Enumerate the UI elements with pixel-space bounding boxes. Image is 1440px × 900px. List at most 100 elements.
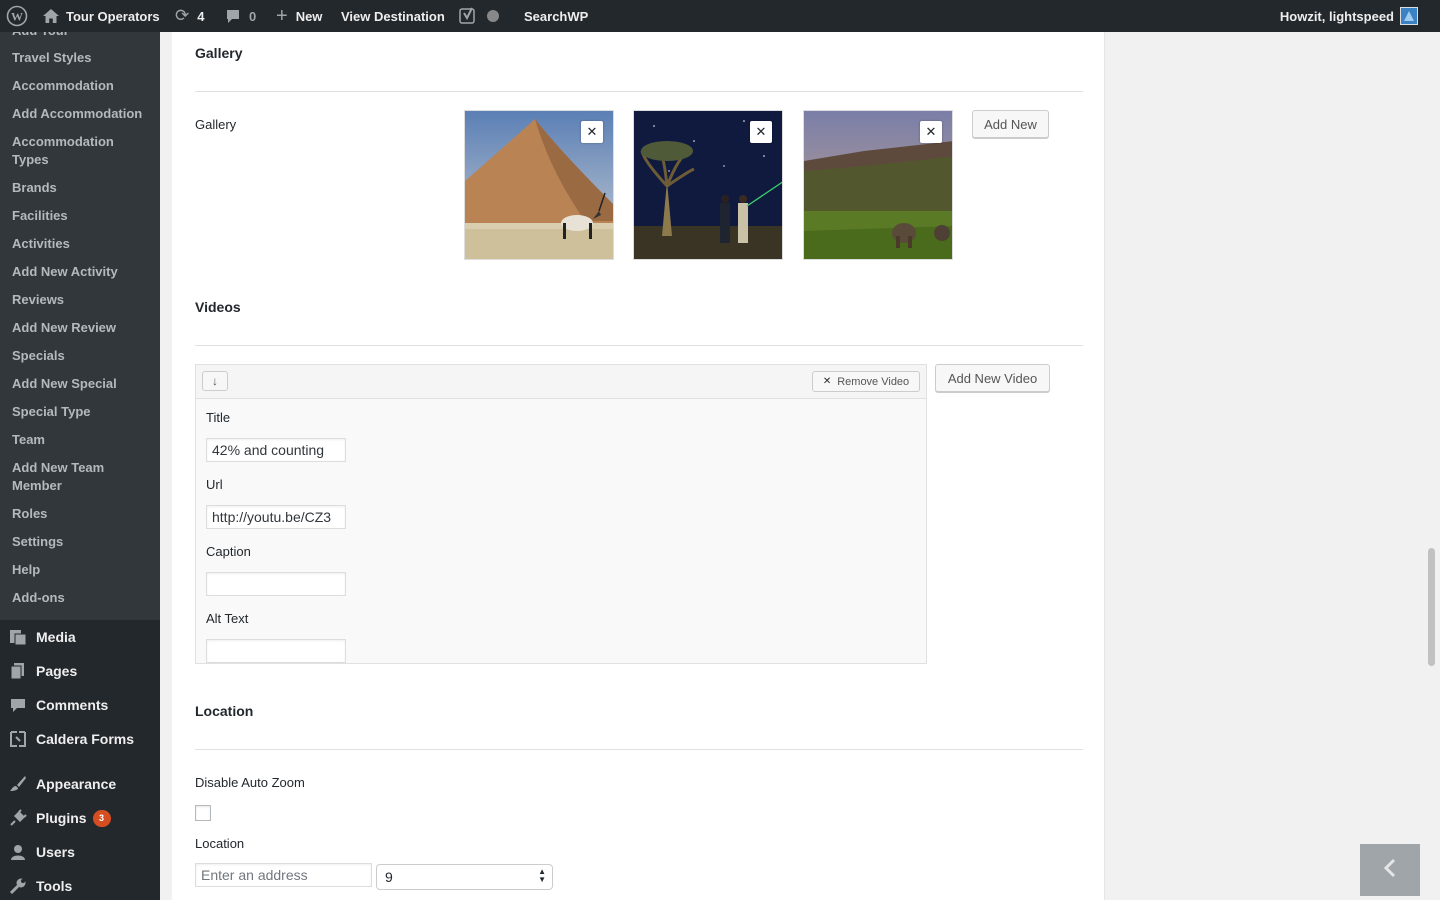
- zoom-level-select[interactable]: 9 ▲ ▼: [376, 864, 553, 890]
- menu-label-tools: Tools: [36, 878, 73, 894]
- submenu-item-travel-styles[interactable]: Travel Styles: [12, 49, 152, 67]
- menu-label-users: Users: [36, 844, 75, 860]
- submenu-item-add-new-team-member[interactable]: Add New Team Member: [12, 459, 112, 495]
- location-divider: [195, 749, 1083, 750]
- admin-sidebar: Add Tour Travel Styles Accommodation Add…: [0, 32, 160, 900]
- menu-item-plugins[interactable]: Plugins 3: [0, 801, 160, 835]
- menu-label-pages: Pages: [36, 663, 78, 679]
- menu-item-users[interactable]: Users: [0, 835, 160, 869]
- updates-count: 4: [197, 8, 205, 24]
- videos-section-title: Videos: [195, 299, 241, 315]
- menu-label-media: Media: [36, 629, 76, 645]
- admin-bar: W Tour Operators ⟳ 4 0 + New View Destin…: [0, 0, 1440, 32]
- gallery-section-title: Gallery: [195, 45, 243, 61]
- gallery-thumbnail[interactable]: ✕: [633, 110, 783, 260]
- submenu-item-roles[interactable]: Roles: [12, 505, 152, 523]
- video-alt-text-input[interactable]: [206, 639, 346, 663]
- menu-item-caldera-forms[interactable]: Caldera Forms: [0, 722, 160, 756]
- submenu-item-specials[interactable]: Specials: [12, 347, 152, 365]
- menu-item-comments[interactable]: Comments: [0, 688, 160, 722]
- menu-item-appearance[interactable]: Appearance: [0, 767, 160, 801]
- searchwp-link[interactable]: SearchWP: [524, 0, 588, 32]
- submenu-item-help[interactable]: Help: [12, 561, 152, 579]
- submenu-item-settings[interactable]: Settings: [12, 533, 152, 551]
- remove-video-label: Remove Video: [837, 375, 910, 388]
- menu-label-plugins: Plugins: [36, 810, 87, 826]
- disable-auto-zoom-label: Disable Auto Zoom: [195, 775, 305, 790]
- menu-item-tools[interactable]: Tools: [0, 869, 160, 900]
- destination-meta-panel: Gallery Gallery ✕ ✕ ✕ Add New Videos ↓ ✕…: [172, 32, 1105, 900]
- comment-bubble-icon: [225, 9, 241, 24]
- wordpress-logo-icon[interactable]: W: [6, 0, 28, 32]
- view-destination-link[interactable]: View Destination: [341, 0, 445, 32]
- gallery-thumbnail[interactable]: ✕: [803, 110, 953, 260]
- video-url-input[interactable]: [206, 505, 346, 529]
- comments-link[interactable]: 0: [225, 0, 256, 32]
- submenu-item-add-accommodation[interactable]: Add Accommodation: [12, 105, 152, 123]
- plug-icon: [0, 809, 36, 827]
- remove-image-close-icon[interactable]: ✕: [750, 121, 772, 143]
- submenu-item-add-new-review[interactable]: Add New Review: [12, 319, 152, 337]
- user-icon: [0, 844, 36, 860]
- submenu-item-accommodation[interactable]: Accommodation: [12, 77, 152, 95]
- location-field-label: Location: [195, 836, 245, 851]
- submenu-item-add-new-special[interactable]: Add New Special: [12, 375, 152, 393]
- updates-link[interactable]: ⟳ 4: [175, 0, 204, 32]
- video-alt-text-label: Alt Text: [206, 611, 249, 626]
- menu-item-pages[interactable]: Pages: [0, 654, 160, 688]
- gallery-thumbnail[interactable]: ✕: [464, 110, 614, 260]
- brush-icon: [0, 775, 36, 793]
- avatar: [1400, 7, 1418, 25]
- arrow-down-icon: ↓: [212, 374, 218, 388]
- submenu-item-activities[interactable]: Activities: [12, 235, 152, 253]
- searchwp-label: SearchWP: [524, 8, 589, 24]
- menu-item-media[interactable]: Media: [0, 620, 160, 654]
- comments-count: 0: [249, 8, 257, 24]
- submenu-item-add-tour[interactable]: Add Tour: [12, 32, 152, 40]
- submenu-item-add-ons[interactable]: Add-ons: [12, 589, 152, 607]
- site-name-link[interactable]: Tour Operators: [42, 0, 160, 32]
- collapse-video-button[interactable]: ↓: [202, 371, 228, 391]
- video-title-input[interactable]: [206, 438, 346, 462]
- video-item: ↓ ✕ Remove Video Title Url Caption Alt T…: [195, 364, 927, 664]
- add-new-gallery-image-button[interactable]: Add New: [972, 110, 1049, 138]
- menu-label-appearance: Appearance: [36, 776, 117, 792]
- refresh-icon: ⟳: [175, 6, 190, 25]
- view-destination-label: View Destination: [341, 8, 445, 24]
- video-title-label: Title: [206, 410, 231, 425]
- address-input[interactable]: [195, 863, 372, 887]
- submenu-item-facilities[interactable]: Facilities: [12, 207, 152, 225]
- video-item-header: ↓ ✕ Remove Video: [196, 365, 926, 399]
- submenu-item-accommodation-types[interactable]: Accommodation Types: [12, 133, 122, 169]
- my-account-link[interactable]: Howzit, lightspeed: [1280, 0, 1418, 32]
- remove-video-button[interactable]: ✕ Remove Video: [812, 371, 920, 392]
- select-arrows-icon: ▲ ▼: [538, 867, 546, 884]
- location-section-title: Location: [195, 703, 254, 719]
- remove-image-close-icon[interactable]: ✕: [581, 121, 603, 143]
- seo-status-dot-icon: [487, 0, 499, 32]
- plus-icon: +: [276, 4, 288, 27]
- collapse-panel-button[interactable]: [1360, 844, 1420, 896]
- gallery-divider: [195, 91, 1083, 92]
- submenu-item-add-new-activity[interactable]: Add New Activity: [12, 263, 152, 281]
- video-caption-label: Caption: [206, 544, 251, 559]
- comments-icon: [0, 697, 36, 713]
- svg-text:W: W: [11, 10, 23, 24]
- page-scrollbar[interactable]: [1428, 548, 1435, 666]
- video-url-label: Url: [206, 477, 223, 492]
- add-new-video-button[interactable]: Add New Video: [935, 364, 1050, 392]
- remove-image-close-icon[interactable]: ✕: [920, 121, 942, 143]
- menu-label-comments: Comments: [36, 697, 109, 713]
- close-icon: ✕: [822, 376, 832, 387]
- new-label: New: [295, 8, 323, 24]
- yoast-seo-icon[interactable]: [459, 0, 477, 32]
- submenu-item-team[interactable]: Team: [12, 431, 152, 449]
- video-caption-input[interactable]: [206, 572, 346, 596]
- disable-auto-zoom-checkbox[interactable]: [195, 805, 211, 821]
- media-icon: [0, 628, 36, 646]
- new-content-link[interactable]: + New: [276, 0, 322, 32]
- submenu-item-special-type[interactable]: Special Type: [12, 403, 152, 421]
- submenu-item-brands[interactable]: Brands: [12, 179, 152, 197]
- home-icon: [42, 8, 60, 24]
- submenu-item-reviews[interactable]: Reviews: [12, 291, 152, 309]
